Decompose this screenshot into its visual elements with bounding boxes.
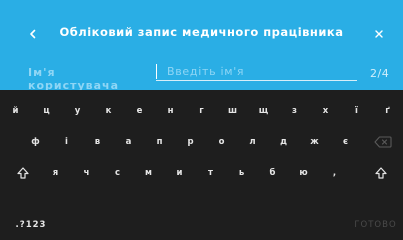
key-ї[interactable]: ї (341, 96, 372, 126)
key-в[interactable]: в (82, 127, 113, 157)
key-ь[interactable]: ь (226, 158, 257, 188)
key-з[interactable]: з (279, 96, 310, 126)
key-щ[interactable]: щ (248, 96, 279, 126)
key-о[interactable]: о (206, 127, 237, 157)
key-ф[interactable]: ф (20, 127, 51, 157)
chevron-left-icon (30, 29, 36, 39)
key-с[interactable]: с (102, 158, 133, 188)
page-title: Обліковий запис медичного працівника (59, 25, 344, 39)
numbers-key[interactable]: .?123 (0, 210, 62, 240)
key-п[interactable]: п (144, 127, 175, 157)
on-screen-keyboard: й ц у к е н г ш щ з х ї ґ ф і в а п р о … (0, 90, 403, 240)
key-і[interactable]: і (51, 127, 82, 157)
key-comma[interactable]: , (319, 158, 350, 188)
username-input[interactable]: Введіть ім'я (156, 62, 357, 81)
shift-icon (17, 167, 29, 179)
key-й[interactable]: й (0, 96, 31, 126)
space-key[interactable] (62, 203, 348, 233)
close-icon (375, 30, 383, 38)
header-bar: Обліковий запис медичного працівника Ім'… (0, 0, 403, 92)
key-ж[interactable]: ж (299, 127, 330, 157)
key-ш[interactable]: ш (217, 96, 248, 126)
backspace-key[interactable] (363, 127, 403, 157)
key-д[interactable]: д (268, 127, 299, 157)
key-и[interactable]: и (164, 158, 195, 188)
key-ґ[interactable]: ґ (372, 96, 403, 126)
username-label: Ім'я користувача (28, 66, 120, 92)
key-р[interactable]: р (175, 127, 206, 157)
key-к[interactable]: к (93, 96, 124, 126)
key-х[interactable]: х (310, 96, 341, 126)
key-м[interactable]: м (133, 158, 164, 188)
key-є[interactable]: є (330, 127, 361, 157)
shift-key-right[interactable] (364, 158, 398, 188)
key-я[interactable]: я (40, 158, 71, 188)
key-ч[interactable]: ч (71, 158, 102, 188)
key-у[interactable]: у (62, 96, 93, 126)
key-т[interactable]: т (195, 158, 226, 188)
step-counter: 2/4 (370, 67, 390, 80)
shift-key-left[interactable] (6, 158, 40, 188)
done-button[interactable]: ГОТОВО (348, 210, 403, 240)
backspace-icon (374, 136, 392, 148)
key-г[interactable]: г (186, 96, 217, 126)
key-б[interactable]: б (257, 158, 288, 188)
shift-icon (375, 167, 387, 179)
username-placeholder: Введіть ім'я (167, 64, 245, 78)
key-л[interactable]: л (237, 127, 268, 157)
text-caret (156, 63, 157, 79)
key-н[interactable]: н (155, 96, 186, 126)
key-ю[interactable]: ю (288, 158, 319, 188)
close-button[interactable] (368, 23, 390, 45)
key-ц[interactable]: ц (31, 96, 62, 126)
key-е[interactable]: е (124, 96, 155, 126)
back-button[interactable] (22, 23, 44, 45)
key-а[interactable]: а (113, 127, 144, 157)
